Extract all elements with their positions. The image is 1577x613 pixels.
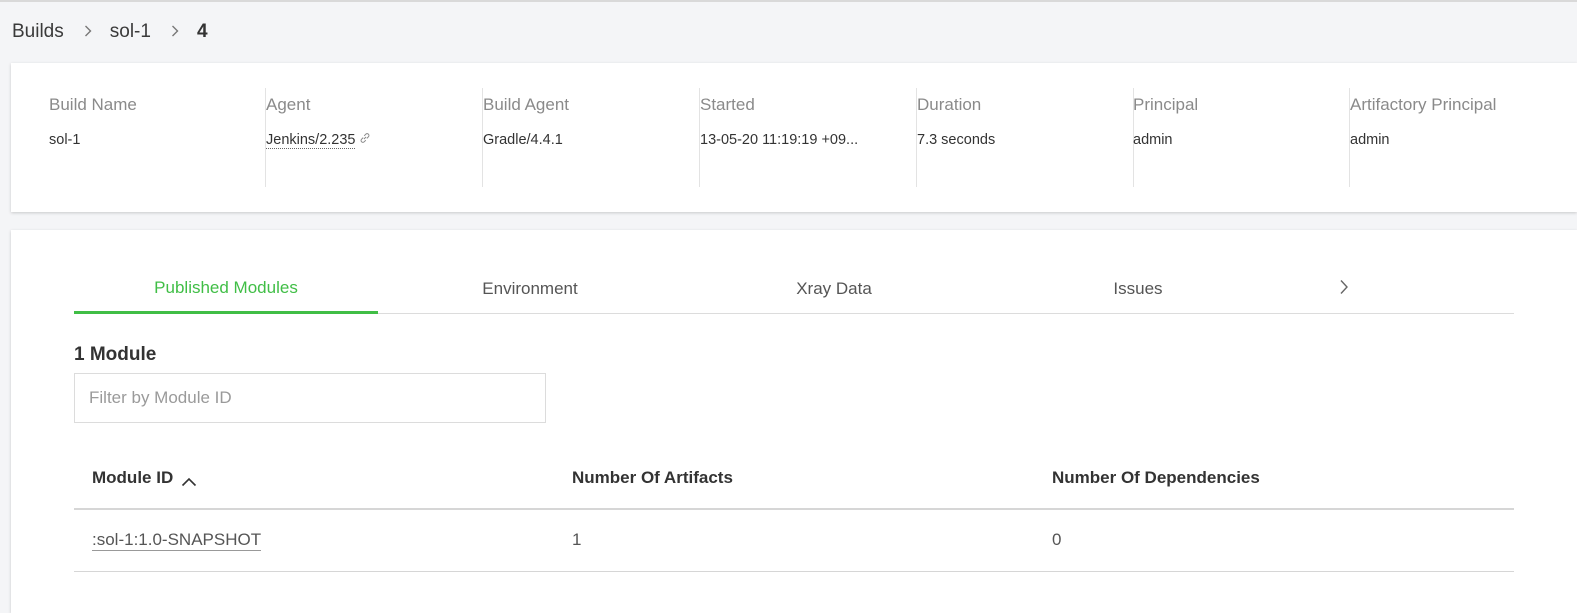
- number-of-dependencies-cell: 0: [1052, 530, 1062, 549]
- sort-ascending-icon[interactable]: [181, 472, 197, 486]
- info-value: admin: [1133, 132, 1173, 148]
- modules-table: Module ID Number Of Artifacts Number Of …: [74, 452, 1514, 572]
- info-label: Artifactory Principal: [1350, 95, 1497, 114]
- chevron-right-icon: [84, 24, 92, 40]
- info-artifactory-principal: Artifactory Principal admin: [1350, 88, 1567, 187]
- info-principal: Principal admin: [1133, 88, 1350, 187]
- info-build-agent: Build Agent Gradle/4.4.1: [483, 88, 700, 187]
- breadcrumb-build-name[interactable]: sol-1: [110, 21, 151, 43]
- module-filter-input[interactable]: [74, 373, 546, 423]
- column-header-number-of-dependencies[interactable]: Number Of Dependencies: [1052, 468, 1260, 488]
- info-label: Build Agent: [483, 95, 570, 114]
- tab-issues[interactable]: Issues: [986, 264, 1290, 314]
- info-agent: Agent Jenkins/2.235: [266, 88, 483, 187]
- module-count: 1 Module: [74, 344, 157, 365]
- info-build-name: Build Name sol-1: [49, 88, 266, 187]
- info-value-agent[interactable]: Jenkins/2.235: [266, 132, 371, 149]
- info-label: Agent: [266, 95, 311, 114]
- column-header-label: Module ID: [92, 468, 174, 487]
- table-header: Module ID Number Of Artifacts Number Of …: [74, 452, 1514, 510]
- link-icon[interactable]: [359, 132, 371, 147]
- breadcrumb-builds[interactable]: Builds: [12, 21, 64, 43]
- module-id-link[interactable]: :sol-1:1.0-SNAPSHOT: [92, 530, 262, 551]
- build-info-card: Build Name sol-1 Agent Jenkins/2.235 Bui…: [11, 63, 1577, 212]
- info-value: admin: [1350, 132, 1390, 148]
- tab-xray-data[interactable]: Xray Data: [682, 264, 986, 314]
- tab-bar: Published Modules Environment Xray Data …: [74, 264, 1514, 314]
- info-label: Principal: [1133, 95, 1199, 114]
- tabs-next-chevron-right-icon[interactable]: [1329, 272, 1359, 302]
- breadcrumb: Builds sol-1 4: [12, 20, 208, 44]
- top-border: [0, 0, 1577, 2]
- number-of-artifacts-cell: 1: [572, 530, 582, 549]
- info-label: Started: [700, 95, 755, 114]
- info-value: Gradle/4.4.1: [483, 132, 563, 148]
- chevron-right-icon: [171, 24, 179, 40]
- info-duration: Duration 7.3 seconds: [917, 88, 1134, 187]
- column-header-number-of-artifacts[interactable]: Number Of Artifacts: [572, 468, 733, 488]
- build-details-panel: Published Modules Environment Xray Data …: [11, 230, 1577, 613]
- info-value: 7.3 seconds: [917, 132, 996, 148]
- breadcrumb-build-number: 4: [196, 21, 208, 42]
- table-row: :sol-1:1.0-SNAPSHOT 1 0: [74, 510, 1514, 572]
- column-header-module-id[interactable]: Module ID: [92, 468, 197, 488]
- tab-published-modules[interactable]: Published Modules: [74, 264, 378, 314]
- info-label: Build Name: [49, 95, 137, 114]
- agent-link[interactable]: Jenkins/2.235: [266, 132, 356, 149]
- info-value: sol-1: [49, 132, 81, 148]
- info-label: Duration: [917, 95, 982, 114]
- info-started: Started 13-05-20 11:19:19 +09...: [700, 88, 917, 187]
- info-value: 13-05-20 11:19:19 +09...: [700, 132, 859, 148]
- tab-environment[interactable]: Environment: [378, 264, 682, 314]
